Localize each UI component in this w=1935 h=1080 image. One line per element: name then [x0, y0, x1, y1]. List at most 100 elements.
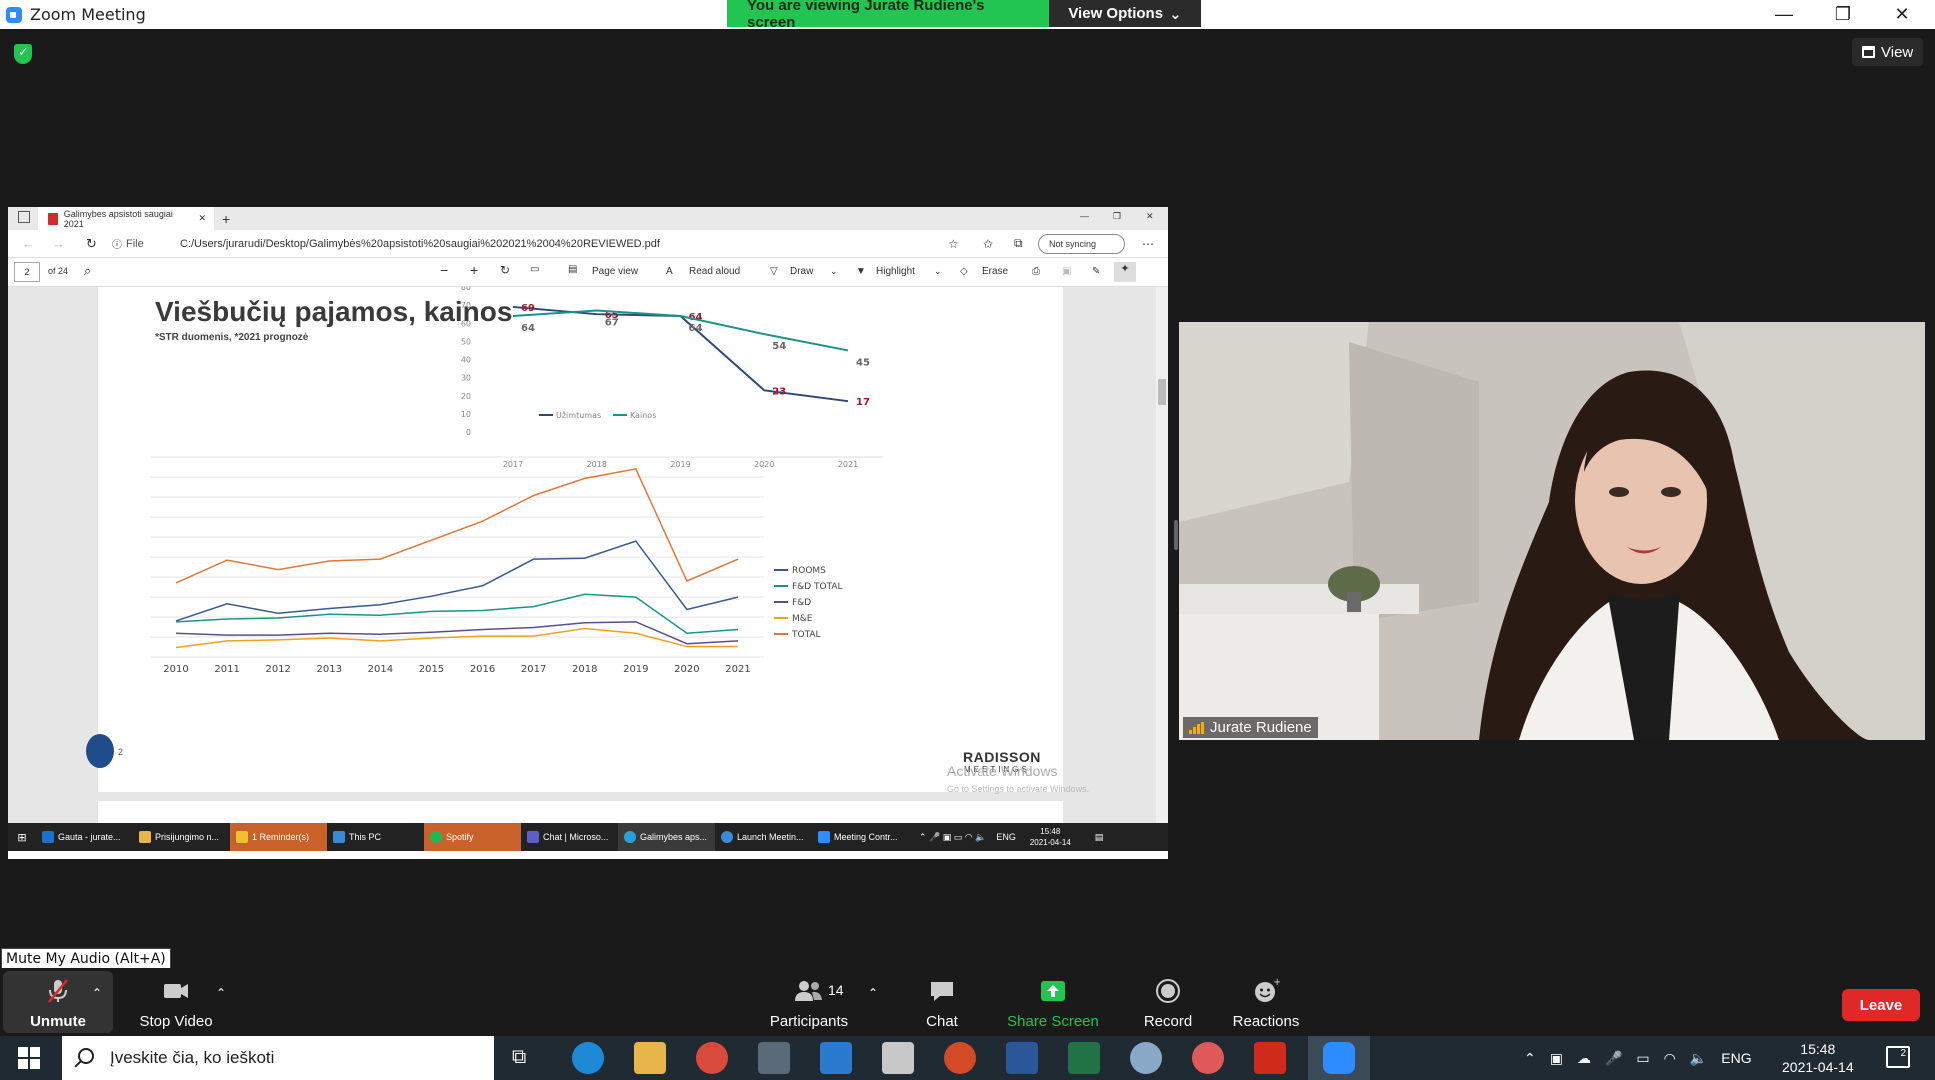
address-input[interactable]: C:/Users/jurarudi/Desktop/Galimybės%20ap… — [180, 238, 660, 250]
onedrive-icon[interactable]: ☁ — [1577, 1050, 1591, 1067]
page-number-input[interactable]: 2 — [14, 262, 40, 282]
battery-icon[interactable]: ▭ — [1636, 1050, 1649, 1067]
participants-button[interactable]: Participants — [762, 968, 856, 1036]
favorites-icon[interactable]: ✩ — [983, 237, 993, 251]
pdf-viewer[interactable]: Viešbučių pajamos, kainos *STR duomenis,… — [8, 287, 1168, 831]
tray-chevron-icon[interactable]: ⌃ — [1524, 1050, 1536, 1067]
taskbar-search-input[interactable]: Įveskite čia, ko ieškoti — [110, 1048, 274, 1068]
remote-task-folder[interactable]: Prisijungimo n... — [133, 823, 230, 851]
mail-icon[interactable] — [820, 1042, 852, 1074]
splitter-handle[interactable] — [1174, 520, 1178, 550]
store-icon[interactable] — [758, 1042, 790, 1074]
remote-notification-icon[interactable]: ▤ — [1095, 832, 1104, 843]
remote-task-zoom[interactable]: Meeting Contr... — [812, 823, 909, 851]
word-icon[interactable] — [1006, 1042, 1038, 1074]
stop-video-button[interactable]: Stop Video — [132, 968, 220, 1036]
excel-icon[interactable] — [1068, 1042, 1100, 1074]
unmute-button[interactable]: Unmute — [22, 968, 94, 1036]
more-menu-icon[interactable]: ⋯ — [1142, 237, 1154, 251]
tray-microphone-icon[interactable]: 🎤 — [1605, 1050, 1622, 1067]
zoom-in-icon[interactable]: + — [470, 262, 478, 278]
remote-task-spotify[interactable]: Spotify — [424, 823, 521, 851]
data-label: 64 — [521, 323, 535, 334]
remote-taskbar: ⊞ Gauta - jurate... Prisijungimo n... 1 … — [8, 823, 1168, 851]
file-explorer-icon[interactable] — [634, 1042, 666, 1074]
snip-icon[interactable] — [1192, 1042, 1224, 1074]
save-as-icon[interactable]: ✎ — [1092, 266, 1100, 277]
read-aloud-button[interactable]: Read aloud — [689, 266, 740, 277]
scroll-thumb[interactable] — [1158, 379, 1166, 405]
browser-restore-icon[interactable]: ❐ — [1113, 211, 1121, 222]
share-screen-button[interactable]: Share Screen — [1006, 968, 1100, 1036]
save-icon[interactable]: ▣ — [1062, 266, 1071, 277]
maximize-button[interactable]: ❐ — [1815, 0, 1871, 29]
forward-icon[interactable]: → — [52, 236, 65, 251]
edge-icon[interactable] — [572, 1042, 604, 1074]
chrome-icon[interactable] — [696, 1042, 728, 1074]
page-view-button[interactable]: Page view — [592, 266, 638, 277]
collections-icon[interactable]: ⧉ — [1014, 236, 1023, 251]
remote-task-thispc[interactable]: This PC — [327, 823, 424, 851]
chat-button[interactable]: Chat — [920, 968, 964, 1036]
highlight-chevron-icon[interactable]: ⌄ — [934, 266, 942, 277]
paint-icon[interactable] — [1130, 1042, 1162, 1074]
erase-button[interactable]: Erase — [982, 266, 1008, 277]
powerpoint-icon[interactable] — [944, 1042, 976, 1074]
browser-close-icon[interactable]: ✕ — [1146, 211, 1154, 222]
back-icon[interactable]: ← — [22, 236, 35, 251]
favorite-add-icon[interactable]: ☆ — [948, 237, 959, 251]
data-label: 67 — [605, 318, 619, 329]
windows-start-icon[interactable] — [18, 1047, 40, 1069]
remote-start-icon[interactable]: ⊞ — [8, 831, 36, 844]
notification-center-icon[interactable]: 2 — [1886, 1046, 1910, 1068]
task-view-icon[interactable]: ⧉ — [512, 1046, 526, 1069]
draw-button[interactable]: Draw — [790, 266, 813, 277]
reactions-button[interactable]: + Reactions — [1230, 968, 1302, 1036]
remote-task-edge[interactable]: Galimybes aps... — [618, 823, 715, 851]
volume-icon[interactable]: 🔈 — [1690, 1050, 1707, 1067]
remote-tray-icons[interactable]: ⌃ 🎤 ▣ ▭ ◠ 🔈 — [919, 832, 986, 843]
search-icon[interactable]: ⌕ — [84, 263, 91, 279]
acrobat-icon[interactable] — [1254, 1042, 1286, 1074]
highlight-button[interactable]: Highlight — [876, 266, 915, 277]
new-tab-icon[interactable]: + — [222, 211, 230, 227]
view-button[interactable]: View — [1852, 38, 1924, 66]
participants-chevron-icon[interactable]: ⌃ — [868, 986, 878, 1000]
audio-options-chevron-icon[interactable]: ⌃ — [92, 986, 102, 1000]
zoom-taskbar-icon[interactable] — [1323, 1042, 1355, 1074]
video-options-chevron-icon[interactable]: ⌃ — [216, 986, 226, 1000]
remote-task-ie[interactable]: Launch Meetin... — [715, 823, 812, 851]
view-options-button[interactable]: View Options ⌄ — [1049, 0, 1201, 27]
refresh-icon[interactable]: ↻ — [86, 236, 97, 252]
tab-actions-icon[interactable] — [18, 211, 30, 223]
shared-screen[interactable]: Galimybes apsistoti saugiai 2021 ✕ + — ❐… — [8, 207, 1168, 859]
tab-pdf[interactable]: Galimybes apsistoti saugiai 2021 ✕ — [38, 207, 214, 230]
wifi-icon[interactable]: ◠ — [1664, 1050, 1676, 1067]
browser-minimize-icon[interactable]: — — [1080, 211, 1089, 221]
remote-task-reminder[interactable]: 1 Reminder(s) — [230, 823, 327, 851]
remote-tray-lang[interactable]: ENG — [996, 832, 1016, 842]
participant-video[interactable]: Jurate Rudiene — [1179, 322, 1925, 740]
remote-clock[interactable]: 15:48 2021-04-14 — [1030, 826, 1071, 848]
record-button[interactable]: Record — [1138, 968, 1198, 1036]
remote-task-outlook[interactable]: Gauta - jurate... — [36, 823, 133, 851]
leave-button[interactable]: Leave — [1842, 989, 1920, 1021]
rotate-icon[interactable]: ↻ — [500, 263, 510, 277]
taskbar-search-box[interactable]: Įveskite čia, ko ieškoti — [62, 1036, 494, 1080]
remote-task-teams[interactable]: Chat | Microso... — [521, 823, 618, 851]
minimize-button[interactable]: — — [1756, 0, 1812, 29]
meet-now-icon[interactable]: ▣ — [1550, 1050, 1563, 1067]
taskbar-clock[interactable]: 15:48 2021-04-14 — [1782, 1040, 1854, 1076]
zoom-out-icon[interactable]: − — [440, 262, 448, 278]
app-icon[interactable] — [882, 1042, 914, 1074]
language-indicator[interactable]: ENG — [1721, 1050, 1751, 1066]
pin-toolbar-icon[interactable]: ✦ — [1114, 262, 1136, 282]
close-button[interactable]: ✕ — [1874, 0, 1930, 29]
fit-page-icon[interactable]: ▭ — [530, 264, 539, 275]
print-icon[interactable]: ⎙ — [1032, 266, 1040, 277]
sync-button[interactable]: Not syncing — [1038, 234, 1126, 254]
security-shield-icon[interactable] — [14, 44, 32, 64]
draw-chevron-icon[interactable]: ⌄ — [830, 266, 838, 277]
tab-close-icon[interactable]: ✕ — [198, 213, 206, 224]
pdf-scrollbar[interactable] — [1156, 287, 1168, 823]
